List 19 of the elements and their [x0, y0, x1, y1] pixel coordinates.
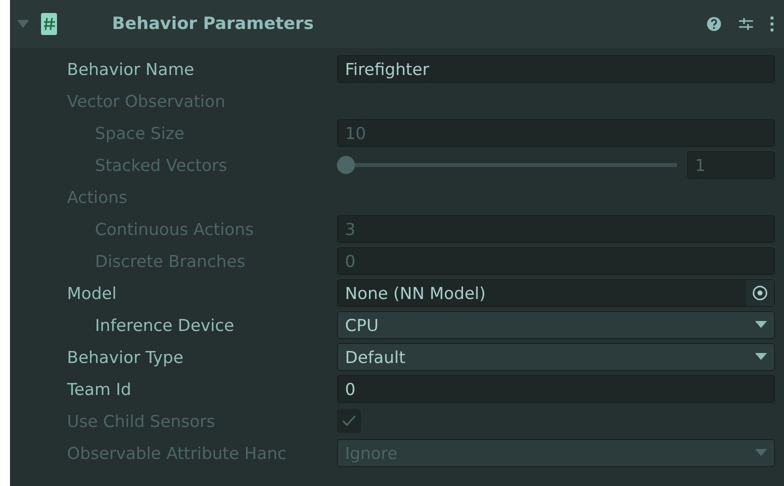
sliders-icon[interactable] [738, 15, 754, 33]
property-label: Inference Device [94, 316, 236, 334]
component-title: Behavior Parameters [112, 14, 315, 34]
dropdown-arrow-icon [755, 449, 767, 457]
object-picker-icon[interactable] [752, 285, 768, 301]
property-label: Behavior Name [66, 60, 196, 78]
text-field[interactable]: Firefighter [337, 55, 775, 83]
dropdown-arrow-icon [755, 321, 767, 329]
dropdown[interactable]: Default [337, 343, 775, 371]
dropdown-arrow-icon [755, 353, 767, 361]
object-field[interactable]: None (NN Model) [337, 279, 775, 307]
more-options-icon[interactable] [768, 15, 776, 33]
property-label: Team Id [66, 380, 132, 398]
dropdown[interactable]: CPU [337, 311, 775, 339]
help-icon[interactable] [706, 15, 722, 33]
property-label: Model [66, 284, 118, 302]
check-icon [342, 415, 356, 427]
property-label: Behavior Type [66, 348, 184, 366]
text-field[interactable]: 0 [337, 375, 775, 403]
